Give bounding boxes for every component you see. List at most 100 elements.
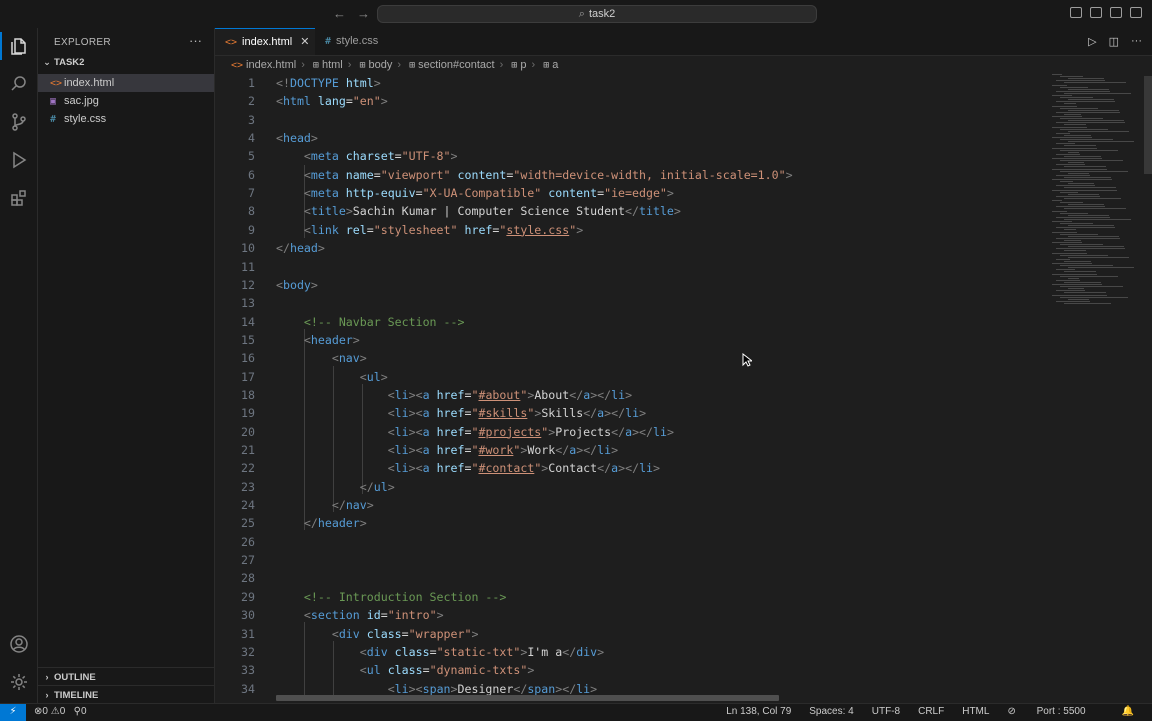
language-mode[interactable]: HTML xyxy=(962,704,989,720)
code-editor[interactable]: 1 <!DOCTYPE html> 2 <html lang="en"> 3 4 <head… xyxy=(215,74,1050,696)
horizontal-scrollbar[interactable] xyxy=(276,695,779,701)
line-content: <div class="wrapper"> xyxy=(276,625,479,643)
remote-indicator-icon[interactable]: ⚡ xyxy=(0,704,26,721)
file-item[interactable]: # style.css xyxy=(38,110,214,128)
breadcrumb-item[interactable]: p xyxy=(520,59,526,71)
code-token: </ xyxy=(625,204,639,219)
code-line[interactable]: 3 xyxy=(215,111,1050,129)
code-line[interactable]: 13 xyxy=(215,294,1050,312)
code-line[interactable]: 29 <!-- Introduction Section --> xyxy=(215,588,1050,606)
extensions-activity[interactable] xyxy=(0,180,37,216)
encoding[interactable]: UTF-8 xyxy=(872,704,900,720)
code-line[interactable]: 4 <head> xyxy=(215,129,1050,147)
code-line[interactable]: 14 <!-- Navbar Section --> xyxy=(215,313,1050,331)
breadcrumb-item[interactable]: body xyxy=(369,59,393,71)
code-token: = xyxy=(429,644,437,659)
more-actions-icon[interactable]: ··· xyxy=(189,33,202,48)
code-token: href xyxy=(429,443,465,457)
breadcrumb-item[interactable]: section#contact xyxy=(418,59,494,71)
code-token: ></ xyxy=(555,681,577,696)
tab-style-css[interactable]: # style.css xyxy=(315,28,405,55)
code-line[interactable]: 28 xyxy=(215,569,1050,587)
run-debug-activity[interactable] xyxy=(0,142,37,178)
breadcrumb-item[interactable]: a xyxy=(552,59,558,71)
code-line[interactable]: 2 <html lang="en"> xyxy=(215,92,1050,110)
code-token[interactable]: #projects xyxy=(478,425,541,439)
code-line[interactable]: 7 <meta http-equiv="X-UA-Compatible" con… xyxy=(215,184,1050,202)
toggle-panel-icon[interactable] xyxy=(1090,7,1102,18)
code-line[interactable]: 19 <li><a href="#skills">Skills</a></li> xyxy=(215,404,1050,422)
toggle-secondary-sidebar-icon[interactable] xyxy=(1110,7,1122,18)
line-content: <!-- Introduction Section --> xyxy=(276,588,506,606)
code-line[interactable]: 18 <li><a href="#about">About</a></li> xyxy=(215,386,1050,404)
scrollbar-thumb[interactable] xyxy=(1144,76,1152,174)
code-line[interactable]: 11 xyxy=(215,258,1050,276)
code-line[interactable]: 12 <body> xyxy=(215,276,1050,294)
code-line[interactable]: 1 <!DOCTYPE html> xyxy=(215,74,1050,92)
back-arrow-icon[interactable]: ← xyxy=(333,6,346,21)
code-line[interactable]: 8 <title>Sachin Kumar | Computer Science… xyxy=(215,202,1050,220)
code-line[interactable]: 30 <section id="intro"> xyxy=(215,606,1050,624)
code-line[interactable]: 33 <ul class="dynamic-txts"> xyxy=(215,661,1050,679)
minimap[interactable] xyxy=(1050,74,1140,314)
code-line[interactable]: 31 <div class="wrapper"> xyxy=(215,625,1050,643)
code-line[interactable]: 6 <meta name="viewport" content="width=d… xyxy=(215,166,1050,184)
close-icon[interactable]: ✕ xyxy=(300,36,309,48)
minimap-line xyxy=(1056,279,1080,281)
code-line[interactable]: 16 <nav> xyxy=(215,349,1050,367)
code-line[interactable]: 5 <meta charset="UTF-8"> xyxy=(215,147,1050,165)
run-debug-icon xyxy=(12,151,26,169)
chevron-right-icon: › xyxy=(531,59,536,71)
live-server-port[interactable]: ⊘ Port : 5500 xyxy=(1007,704,1103,720)
notifications-bell-icon[interactable]: 🔔 xyxy=(1122,704,1134,720)
code-line[interactable]: 20 <li><a href="#projects">Projects</a><… xyxy=(215,423,1050,441)
timeline-section[interactable]: › TIMELINE xyxy=(38,685,214,704)
code-line[interactable]: 21 <li><a href="#work">Work</a></li> xyxy=(215,441,1050,459)
forward-arrow-icon[interactable]: → xyxy=(357,6,370,21)
split-editor-icon[interactable]: ◫ xyxy=(1109,35,1119,48)
indentation[interactable]: Spaces: 4 xyxy=(809,704,853,720)
source-control-activity[interactable] xyxy=(0,104,37,140)
code-token: >< xyxy=(408,406,423,421)
code-line[interactable]: 10 </head> xyxy=(215,239,1050,257)
manage-activity[interactable] xyxy=(0,664,37,700)
accounts-activity[interactable] xyxy=(0,626,37,662)
code-line[interactable]: 23 </ul> xyxy=(215,478,1050,496)
code-line[interactable]: 25 </header> xyxy=(215,514,1050,532)
code-token[interactable]: #skills xyxy=(478,406,527,420)
vertical-scrollbar[interactable] xyxy=(1143,74,1152,696)
code-line[interactable]: 24 </nav> xyxy=(215,496,1050,514)
problems-indicator[interactable]: ⊗0 ⚠0 ⚲0 xyxy=(34,704,87,720)
workspace-folder[interactable]: ⌄ TASK2 xyxy=(38,57,214,73)
cursor-position[interactable]: Ln 138, Col 79 xyxy=(726,704,791,720)
customize-layout-icon[interactable] xyxy=(1130,7,1142,18)
code-line[interactable]: 15 <header> xyxy=(215,331,1050,349)
command-center-search[interactable]: ⌕ task2 xyxy=(377,5,817,23)
search-activity[interactable] xyxy=(0,66,37,102)
code-line[interactable]: 26 xyxy=(215,533,1050,551)
breadcrumb-item[interactable]: index.html xyxy=(246,59,296,71)
code-token[interactable]: #work xyxy=(478,443,513,457)
explorer-activity[interactable] xyxy=(0,28,37,64)
line-number: 6 xyxy=(248,167,255,182)
end-of-line[interactable]: CRLF xyxy=(918,704,944,720)
breadcrumb-item[interactable]: html xyxy=(322,59,343,71)
code-token[interactable]: #about xyxy=(478,388,520,402)
code-token: class xyxy=(359,626,402,641)
code-line[interactable]: 27 xyxy=(215,551,1050,569)
file-item[interactable]: <> index.html xyxy=(38,74,214,92)
code-line[interactable]: 34 <li><span>Designer</span></li> xyxy=(215,680,1050,696)
tab-index-html[interactable]: <> index.html ✕ xyxy=(215,28,315,55)
run-icon[interactable]: ▷ xyxy=(1088,35,1096,48)
more-actions-icon[interactable]: ··· xyxy=(1131,35,1142,48)
code-token[interactable]: style.css xyxy=(506,223,569,237)
file-item[interactable]: ▣ sac.jpg xyxy=(38,92,214,110)
outline-section[interactable]: › OUTLINE xyxy=(38,667,214,686)
code-token[interactable]: #contact xyxy=(478,461,534,475)
code-line[interactable]: 22 <li><a href="#contact">Contact</a></l… xyxy=(215,459,1050,477)
code-line[interactable]: 32 <div class="static-txt">I'm a</div> xyxy=(215,643,1050,661)
minimap-line xyxy=(1056,269,1075,271)
code-line[interactable]: 17 <ul> xyxy=(215,368,1050,386)
code-line[interactable]: 9 <link rel="stylesheet" href="style.css… xyxy=(215,221,1050,239)
toggle-primary-sidebar-icon[interactable] xyxy=(1070,7,1082,18)
